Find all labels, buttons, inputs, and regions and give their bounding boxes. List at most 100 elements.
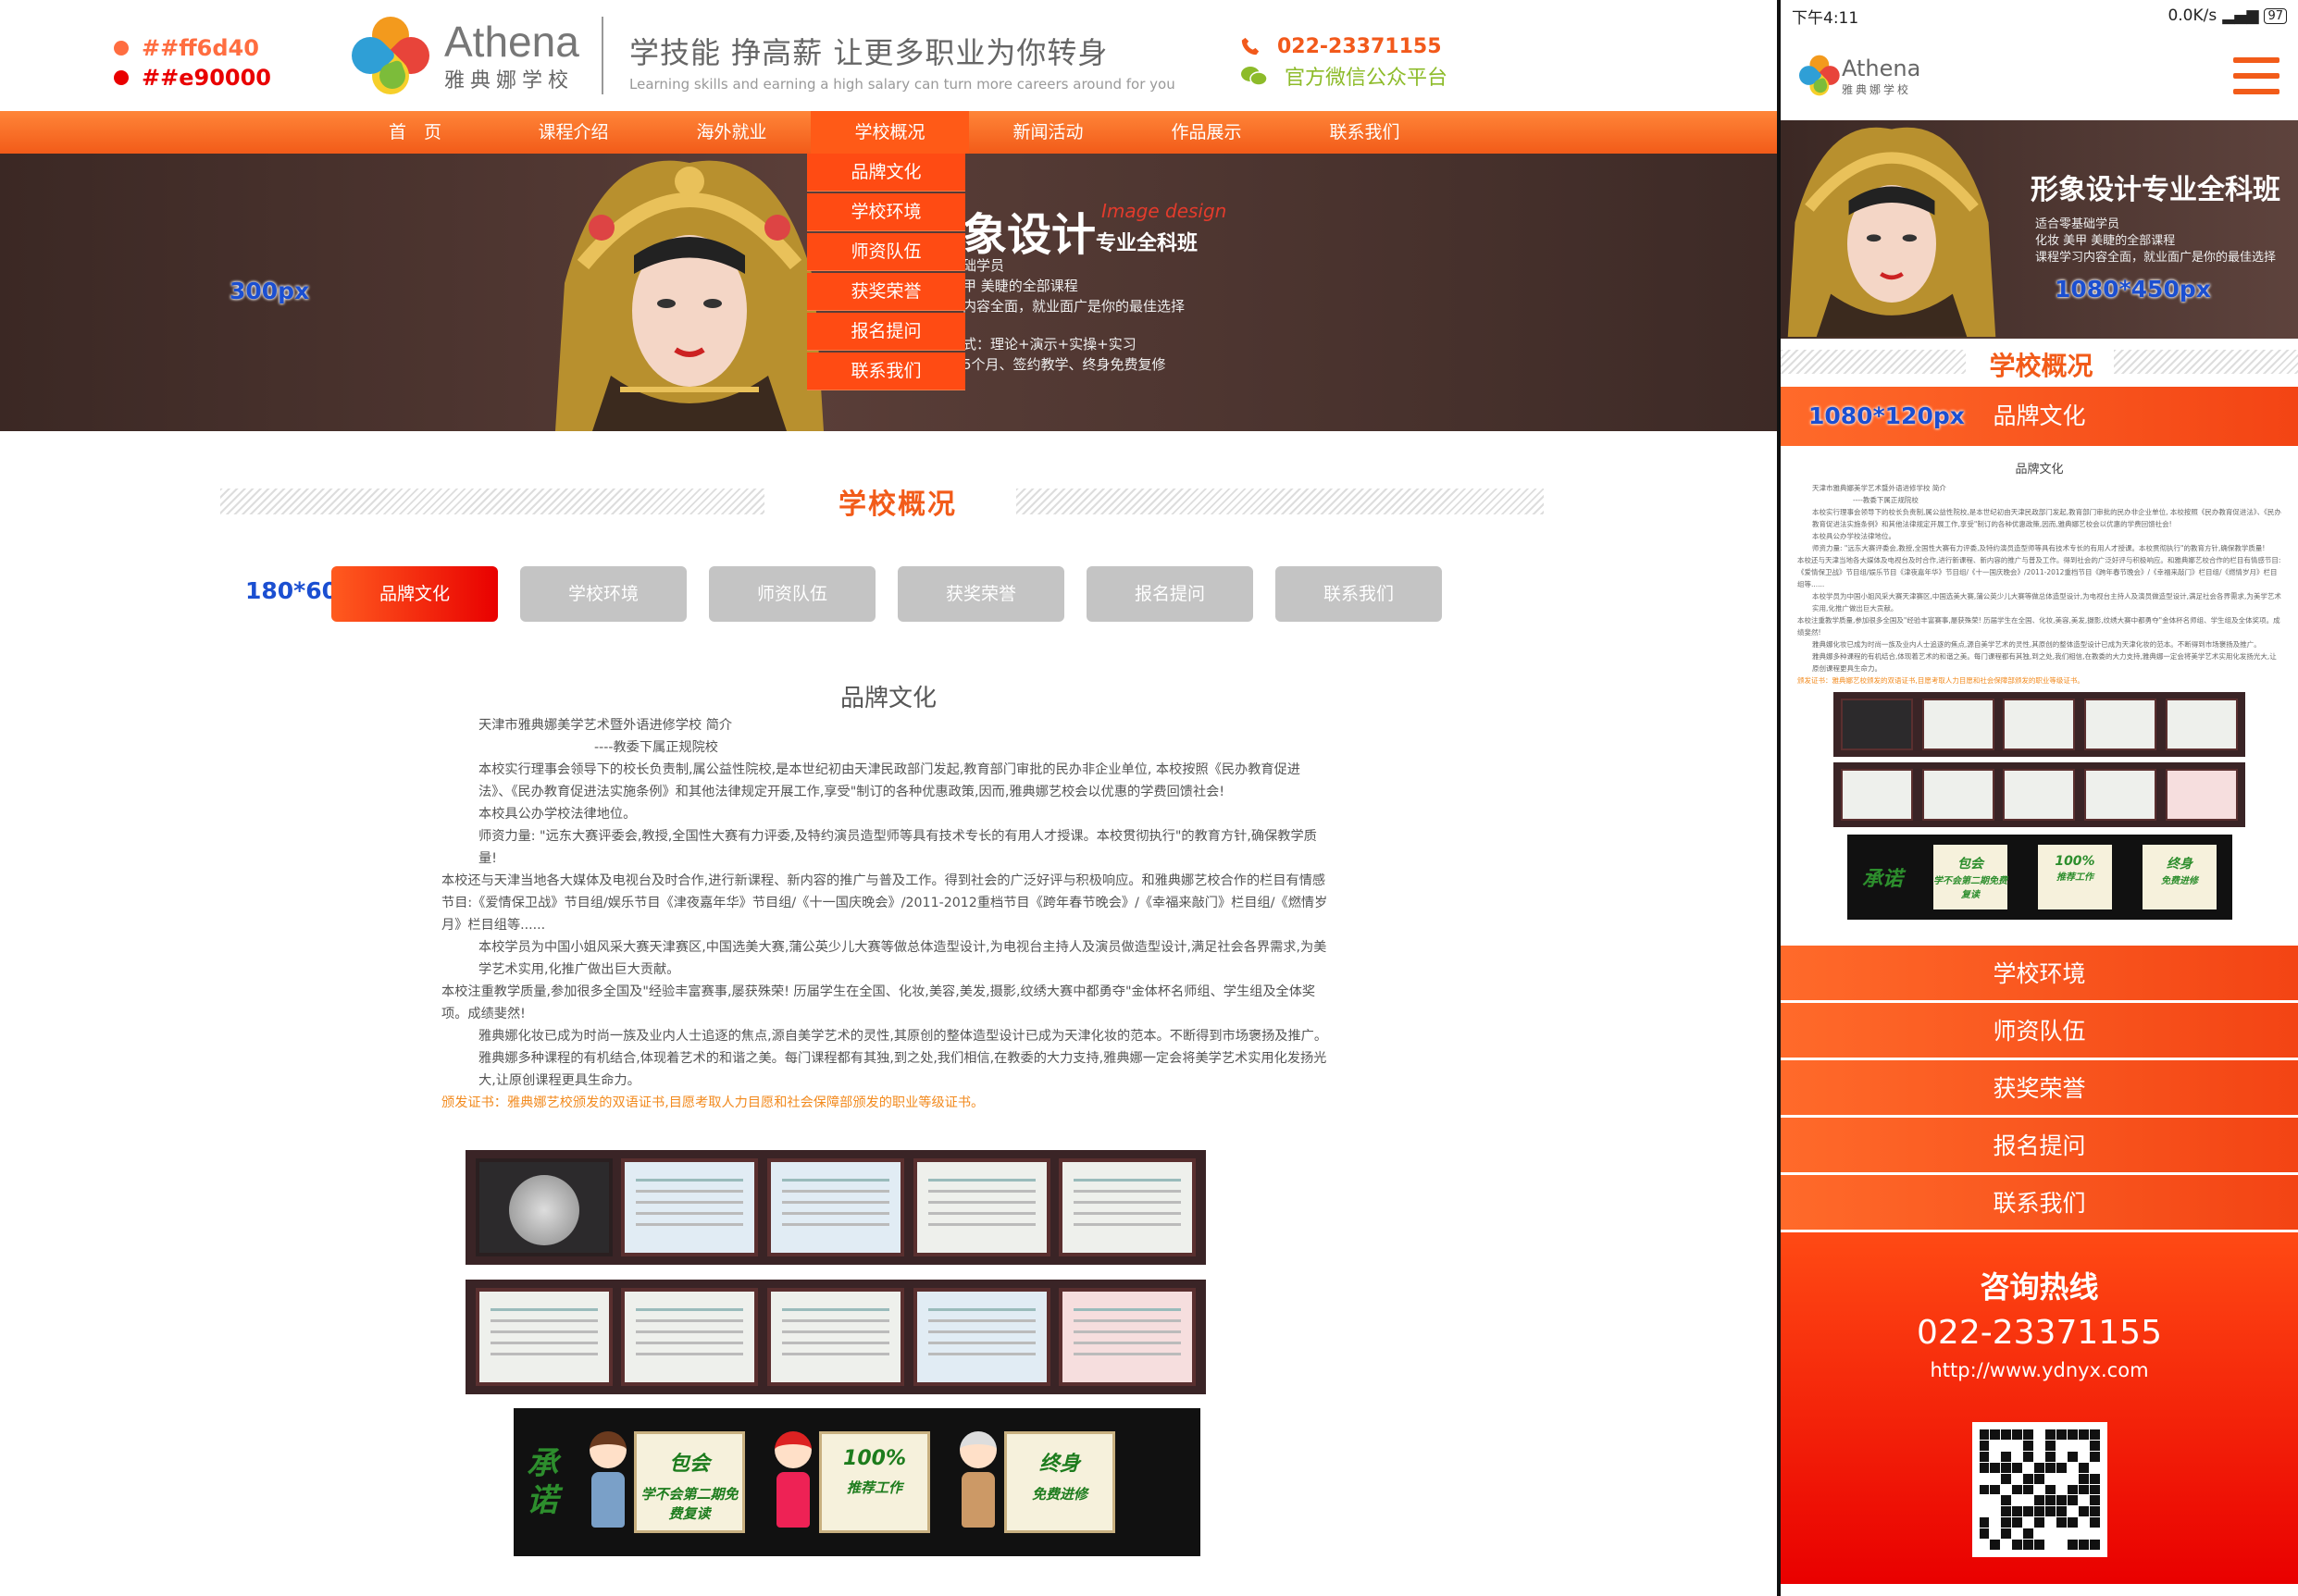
footer-phone[interactable]: 022-23371155 xyxy=(1781,1314,2298,1352)
dropdown-item-contact[interactable]: 联系我们 xyxy=(807,353,965,390)
mobile-certificate-gallery-1 xyxy=(1833,692,2245,757)
certificate-gallery-1 xyxy=(466,1150,1206,1265)
brand-logo[interactable]: Athena 雅典娜学校 xyxy=(343,8,579,103)
promise-title: 承诺 xyxy=(527,1445,558,1519)
dropdown-item-environment[interactable]: 学校环境 xyxy=(807,193,965,231)
network-speed: 0.0K/s xyxy=(2168,6,2217,25)
slogan-cn: 学技能 挣高薪 让更多职业为你转身 xyxy=(629,35,1109,70)
certificate-image xyxy=(1059,1158,1197,1256)
status-bar: 下午4:11 0.0K/s ▂▄▆ 97 xyxy=(1781,0,2298,31)
banner-lines-2: 式：理论+演示+实操+实习 5个月、签约教学、终身免费复修 xyxy=(963,336,1166,373)
nav-overseas[interactable]: 海外就业 xyxy=(652,111,811,154)
mobile-tab-teachers[interactable]: 师资队伍 xyxy=(1781,1003,2298,1060)
mobile-banner: 形象设计专业全科班 适合零基础学员 化妆 美甲 美睫的全部课程 课程学习内容全面… xyxy=(1781,120,2298,339)
size-guide-label: 1080*120px xyxy=(1808,402,1965,429)
nav-home[interactable]: 首 页 xyxy=(336,111,494,154)
tab-awards[interactable]: 获奖荣誉 xyxy=(898,566,1064,622)
dropdown-item-teachers[interactable]: 师资队伍 xyxy=(807,233,965,271)
banner-script-text: Image design xyxy=(1101,200,1227,222)
mobile-view: 下午4:11 0.0K/s ▂▄▆ 97 Athena 雅典娜学校 形象设计专业全… xyxy=(1777,0,2298,1596)
mobile-footer: 咨询热线 022-23371155 http://www.ydnyx.com xyxy=(1781,1232,2298,1584)
tab-brand[interactable]: 品牌文化 xyxy=(331,566,498,622)
hotline[interactable]: 022-23371155 xyxy=(1240,31,1447,61)
hamburger-menu-icon[interactable] xyxy=(2233,57,2279,94)
certificate-image xyxy=(766,1158,904,1256)
nav-contact[interactable]: 联系我们 xyxy=(1286,111,1444,154)
wechat-link[interactable]: 官方微信公众平台 xyxy=(1240,61,1447,91)
mobile-section-heading: 学校概况 xyxy=(1781,339,2298,387)
certificate-image xyxy=(766,1288,904,1386)
certificate-note: 颁发证书：雅典娜艺校颁发的双语证书,目愿考取人力目愿和社会保障部颁发的职业等级证… xyxy=(441,1095,985,1110)
desktop-view: ##ff6d40 ##e90000 Athena 雅典娜学校 学技能 挣高薪 让… xyxy=(0,0,1777,1596)
certificate-gallery-2 xyxy=(466,1280,1206,1394)
mobile-tab-awards[interactable]: 获奖荣誉 xyxy=(1781,1060,2298,1118)
logo-flower-icon xyxy=(1795,51,1844,100)
about-dropdown-menu: 品牌文化 学校环境 师资队伍 获奖荣誉 报名提问 联系我们 xyxy=(807,154,965,392)
color-swatches: ##ff6d40 ##e90000 xyxy=(114,33,271,93)
nav-works[interactable]: 作品展示 xyxy=(1127,111,1286,154)
article-title: 品牌文化 xyxy=(839,685,937,712)
cartoon-girl-icon xyxy=(582,1431,634,1533)
certificate-image xyxy=(1059,1288,1197,1386)
footer-url[interactable]: http://www.ydnyx.com xyxy=(1781,1359,2298,1381)
dropdown-item-awards[interactable]: 获奖荣誉 xyxy=(807,273,965,311)
header-divider xyxy=(602,17,603,94)
dot-icon xyxy=(114,41,129,56)
tab-environment[interactable]: 学校环境 xyxy=(520,566,687,622)
promise-card: 100% 推荐工作 xyxy=(767,1431,930,1533)
brand-name-en: Athena xyxy=(444,18,579,66)
tab-contact[interactable]: 联系我们 xyxy=(1275,566,1442,622)
logo-flower-icon xyxy=(343,8,438,103)
section-tabs: 品牌文化 学校环境 师资队伍 获奖荣誉 报名提问 联系我们 xyxy=(331,566,1464,622)
promise-banner: 承诺 包会 学不会第二期免费复读 100% 推荐工作 终身 免费进修 xyxy=(514,1408,1200,1556)
status-time: 下午4:11 xyxy=(1792,8,1859,28)
certificate-image xyxy=(621,1158,759,1256)
banner-lines: 础学员 甲 美睫的全部课程 内容全面，就业面广是你的最佳选择 xyxy=(963,257,1186,315)
tab-enroll[interactable]: 报名提问 xyxy=(1087,566,1253,622)
brand-name-cn: 雅典娜学校 xyxy=(444,69,575,93)
dropdown-item-enroll[interactable]: 报名提问 xyxy=(807,313,965,351)
nav-courses[interactable]: 课程介绍 xyxy=(494,111,652,154)
promise-card: 包会 学不会第二期免费复读 xyxy=(582,1431,745,1533)
size-guide-label: 1080*450px xyxy=(2055,276,2211,303)
slogan-en: Learning skills and earning a high salar… xyxy=(629,76,1175,93)
section-title: 学校概况 xyxy=(838,489,957,521)
footer-hotline-heading: 咨询热线 xyxy=(1980,1269,2099,1305)
hatch-decoration xyxy=(220,489,764,514)
mobile-promise-banner: 承诺 包会 学不会第二期免费复读 100% 推荐工作 终身 免费进修 xyxy=(1846,835,2232,920)
size-guide-label: 300px xyxy=(230,278,310,304)
certificate-image xyxy=(913,1288,1050,1386)
tab-teachers[interactable]: 师资队伍 xyxy=(709,566,876,622)
hatch-decoration xyxy=(1016,489,1544,514)
swatch-red: ##e90000 xyxy=(114,63,271,93)
dropdown-item-brand[interactable]: 品牌文化 xyxy=(807,154,965,192)
main-nav: 首 页 课程介绍 海外就业 学校概况 新闻活动 作品展示 联系我们 xyxy=(0,111,1777,154)
header-contact: 022-23371155 官方微信公众平台 xyxy=(1240,31,1447,91)
section-heading: 学校概况 xyxy=(0,481,1777,524)
mobile-logo[interactable]: Athena 雅典娜学校 xyxy=(1795,36,1920,116)
qr-code-image xyxy=(1971,1422,2107,1557)
model-portrait-image xyxy=(1787,127,1996,338)
certificate-image xyxy=(475,1288,613,1386)
mobile-banner-lines: 适合零基础学员 化妆 美甲 美睫的全部课程 课程学习内容全面，就业面广是你的最佳… xyxy=(2035,217,2277,265)
signal-icon: ▂▄▆ xyxy=(2222,6,2259,25)
promise-card: 终身 免费进修 xyxy=(952,1431,1115,1533)
mobile-certificate-gallery-2 xyxy=(1833,762,2245,827)
dot-icon xyxy=(114,70,129,85)
cartoon-girl-icon xyxy=(952,1431,1004,1533)
slogan: 学技能 挣高薪 让更多职业为你转身 Learning skills and ea… xyxy=(629,30,1175,93)
cartoon-girl-icon xyxy=(767,1431,819,1533)
mobile-banner-title: 形象设计专业全科班 xyxy=(2031,174,2280,206)
mobile-tab-environment[interactable]: 学校环境 xyxy=(1781,946,2298,1003)
certificate-image xyxy=(913,1158,1050,1256)
model-portrait-image xyxy=(555,160,824,431)
mobile-tab-enroll[interactable]: 报名提问 xyxy=(1781,1118,2298,1175)
mobile-tab-contact[interactable]: 联系我们 xyxy=(1781,1175,2298,1232)
nav-news[interactable]: 新闻活动 xyxy=(969,111,1127,154)
wechat-icon xyxy=(1241,67,1268,86)
mobile-header: Athena 雅典娜学校 xyxy=(1781,31,2298,120)
swatch-orange: ##ff6d40 xyxy=(114,33,271,63)
mobile-tab-brand[interactable]: 1080*120px 品牌文化 xyxy=(1781,387,2298,446)
phone-icon xyxy=(1241,37,1260,56)
nav-about[interactable]: 学校概况 xyxy=(811,111,969,154)
